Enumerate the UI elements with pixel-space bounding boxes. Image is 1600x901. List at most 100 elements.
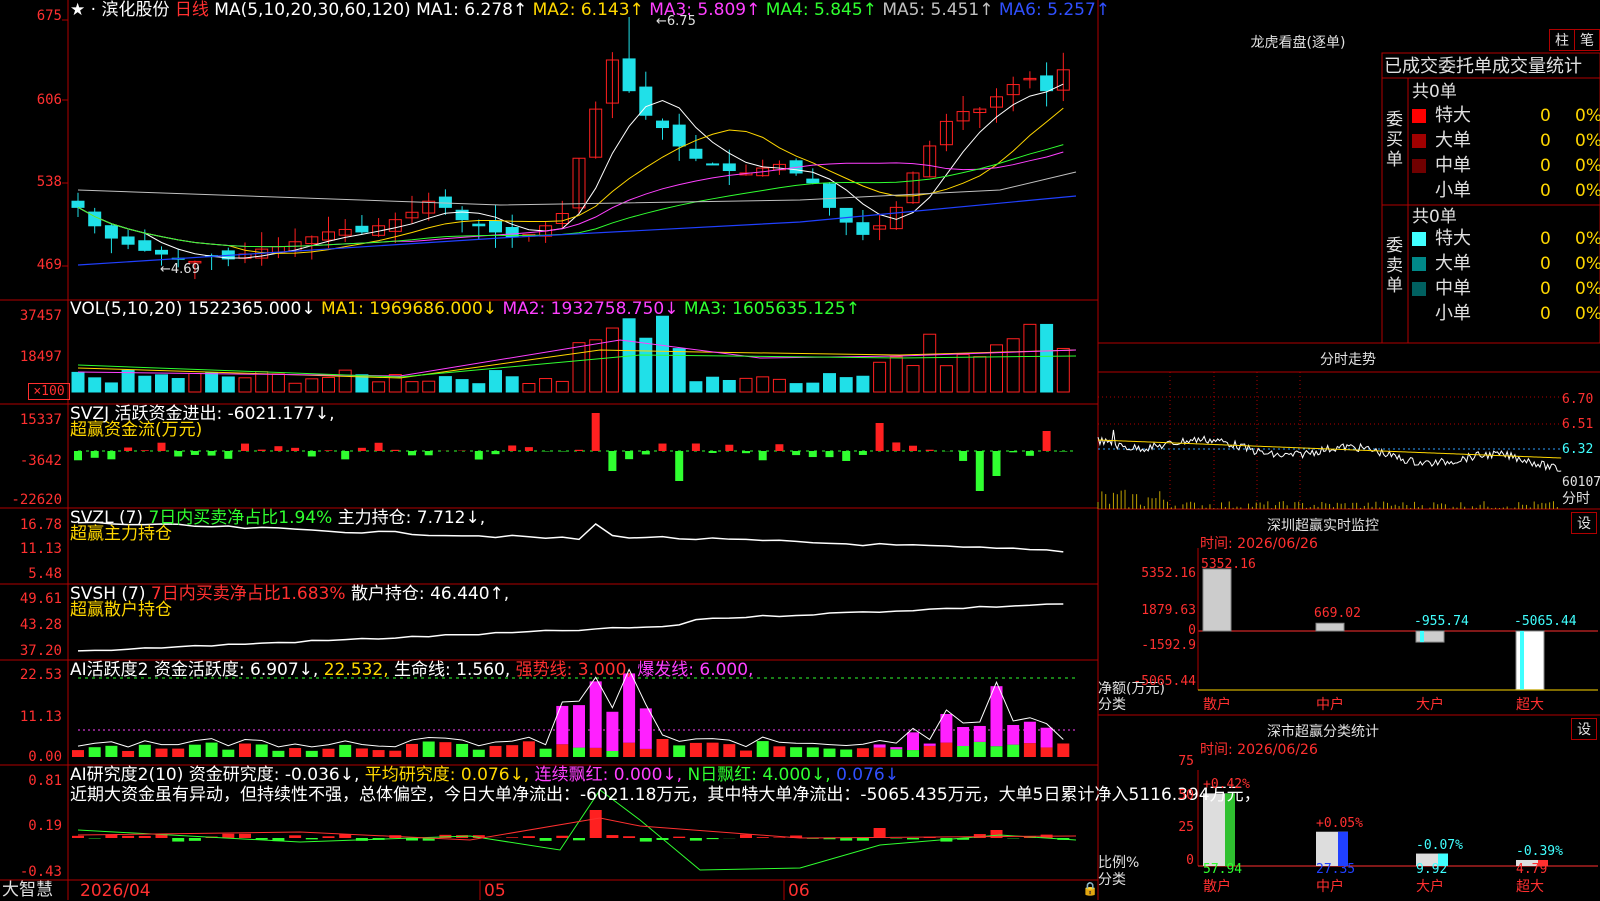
svzj-bar xyxy=(358,448,366,451)
svzl-tick-2: 11.13 xyxy=(0,541,62,557)
ai-research-bar xyxy=(757,837,769,838)
ai-active-bar xyxy=(156,749,168,757)
svsh-tick-3: 37.20 xyxy=(0,643,62,659)
vol-ma2: MA2: 1932758.750↓ xyxy=(502,299,678,319)
ai-research-bar xyxy=(590,810,602,838)
ai-active-top-bar xyxy=(606,712,618,751)
candle-body xyxy=(72,201,84,207)
brand-logo[interactable]: 大智慧 xyxy=(2,880,53,900)
ai-active-bar xyxy=(490,746,502,757)
tab-volume-stats[interactable]: 成交量统计 xyxy=(1492,56,1582,77)
volume-bar xyxy=(156,375,168,392)
sz-monitor-settings-button[interactable]: 设 xyxy=(1571,512,1597,534)
sz-stats-settings-button[interactable]: 设 xyxy=(1571,718,1597,740)
stock-name[interactable]: 滨化股份 xyxy=(101,0,169,20)
period-label[interactable]: 日线 xyxy=(175,0,209,20)
svzj-bar xyxy=(976,451,984,491)
volume-bar xyxy=(573,343,585,392)
volume-bar xyxy=(707,377,719,392)
sell-row-swatch xyxy=(1412,232,1426,246)
ai-active-top-bar xyxy=(907,732,919,750)
vol-unit-label[interactable]: ×100 xyxy=(28,383,70,400)
volume-bar xyxy=(406,382,418,392)
candle-body xyxy=(657,121,669,127)
svzj-bar xyxy=(909,446,917,451)
svzj-bar xyxy=(274,446,282,451)
ai-active-bar xyxy=(1041,747,1053,757)
stats-change-2: -0.07% xyxy=(1416,838,1463,853)
volume-bar xyxy=(840,378,852,392)
buy-row-name-3: 小单 xyxy=(1435,180,1471,202)
ai-active-bar xyxy=(1024,743,1036,757)
stats-tick-1: 50 xyxy=(1150,788,1194,803)
tick-mode-button[interactable]: 笔 xyxy=(1574,29,1600,51)
svsh-line xyxy=(78,604,1063,651)
intraday-avg-line xyxy=(1098,440,1561,458)
stats-tick-2: 25 xyxy=(1150,820,1194,835)
intraday-title: 分时走势 xyxy=(1098,349,1598,369)
ai-active-bar xyxy=(723,744,735,757)
ai-active-bar xyxy=(172,749,184,757)
volume-bar xyxy=(773,379,785,392)
tab-filled[interactable]: 已成交 xyxy=(1384,56,1438,77)
ai-lianxu: 连续飘红: 0.000↓, xyxy=(535,765,682,785)
price-tick-4: 469 xyxy=(0,257,62,273)
tab-orders[interactable]: 委托单 xyxy=(1438,56,1492,77)
svzj-bar xyxy=(525,447,533,451)
sell-row-pct-2: 0% xyxy=(1575,278,1600,300)
ai-active-bar xyxy=(323,749,335,757)
ai-active-bar xyxy=(940,743,952,757)
svzj-bar xyxy=(642,451,650,454)
volume-bar xyxy=(1057,348,1069,392)
svzj-tick-2: -3642 xyxy=(0,453,62,469)
vol-ma3: MA3: 1605635.125↑ xyxy=(684,299,860,319)
ai-active-bar xyxy=(573,748,585,757)
volume-bar xyxy=(606,328,618,392)
svzj-bar xyxy=(174,451,182,456)
ma-line xyxy=(78,152,1063,247)
svzl-tick-3: 5.48 xyxy=(0,566,62,582)
lock-icon[interactable]: 🔒 xyxy=(1082,882,1098,897)
ai-research-bar xyxy=(556,836,568,838)
svzj-bar xyxy=(124,448,132,451)
volume-bar xyxy=(890,357,902,392)
ai-burst-line: 爆发线: 6.000, xyxy=(637,660,753,680)
ai-research-label: AI研究度2(10) xyxy=(70,765,183,785)
ai-active-bar xyxy=(89,747,101,757)
ai-active-bar xyxy=(139,745,151,757)
vol-ma1: MA1: 1969686.000↓ xyxy=(321,299,497,319)
ai-active-bar xyxy=(640,749,652,757)
sz-stats-xlabel: 分类 xyxy=(1098,873,1126,888)
sell-row-swatch xyxy=(1412,282,1426,296)
ai-research-bar xyxy=(690,838,702,841)
svzj-bar xyxy=(892,442,900,451)
ai-research-bar xyxy=(874,828,886,838)
volume-bar xyxy=(1024,324,1036,392)
svzj-bar xyxy=(258,450,266,451)
candle-body xyxy=(490,221,502,232)
candle-body xyxy=(723,164,735,171)
volume-bar xyxy=(289,383,301,392)
volume-bar xyxy=(272,374,284,392)
svzj-bar xyxy=(959,451,967,461)
volume-bar xyxy=(239,378,251,392)
svzj-bar xyxy=(391,450,399,451)
svzj-bar xyxy=(375,443,383,451)
ai-active-bar xyxy=(707,743,719,757)
candle-body xyxy=(807,179,819,183)
stats-change-0: +0.42% xyxy=(1203,777,1250,792)
star-icon[interactable]: ★ xyxy=(70,0,85,20)
ai-active-top-bar xyxy=(1024,722,1036,743)
monitor-tick-3: -1592.9 xyxy=(1120,638,1196,653)
volume-bar xyxy=(122,370,134,392)
bar-mode-button[interactable]: 柱 xyxy=(1549,29,1575,51)
dot-icon: · xyxy=(91,0,96,20)
ai-active-bar xyxy=(924,746,936,757)
volume-bar xyxy=(490,371,502,392)
monitor-value-3: -5065.44 xyxy=(1514,614,1577,629)
candle-body xyxy=(439,197,451,207)
ai-active-bar xyxy=(857,748,869,757)
volume-bar xyxy=(222,377,234,392)
ai-research-bar xyxy=(306,838,318,839)
ai-active-label: AI活跃度2 xyxy=(70,660,148,680)
